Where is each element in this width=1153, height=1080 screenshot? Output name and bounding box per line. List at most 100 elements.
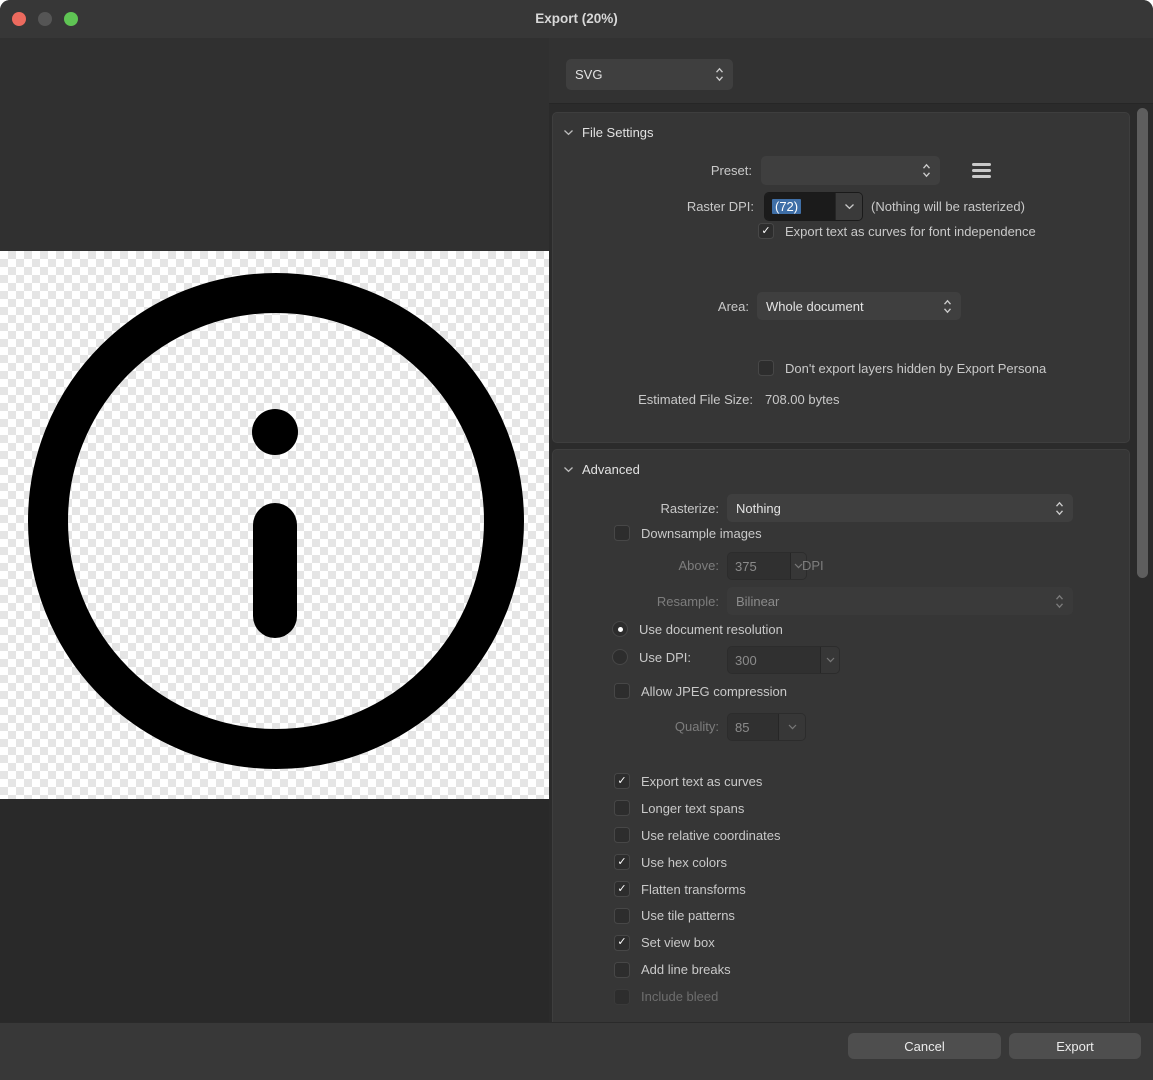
format-select[interactable]: SVG <box>566 59 733 90</box>
checkbox-label: Don't export layers hidden by Export Per… <box>785 361 1046 376</box>
chevron-down-icon <box>820 647 839 673</box>
above-dpi-combo: 375 <box>727 552 807 580</box>
chevron-down-icon <box>563 129 574 136</box>
chevron-down-icon <box>563 466 574 473</box>
checkbox[interactable] <box>614 800 630 816</box>
resample-select-value: Bilinear <box>736 594 1049 609</box>
option-label: Include bleed <box>641 989 718 1004</box>
downsample-images-row[interactable]: Downsample images <box>614 525 762 541</box>
dialog-footer: Cancel Export <box>0 1022 1153 1080</box>
checkbox[interactable] <box>614 525 630 541</box>
rasterize-select[interactable]: Nothing <box>727 494 1073 522</box>
advanced-option-row[interactable]: Use relative coordinates <box>614 822 780 849</box>
rasterize-select-value: Nothing <box>736 501 1049 516</box>
advanced-option-row[interactable]: Use tile patterns <box>614 902 780 929</box>
checkbox[interactable] <box>614 962 630 978</box>
file-settings-section: File Settings Preset: Raster DPI: (72) (… <box>552 112 1130 443</box>
area-select[interactable]: Whole document <box>757 292 961 320</box>
above-label: Above: <box>553 558 719 573</box>
advanced-option-row[interactable]: Export text as curves <box>614 768 780 795</box>
advanced-option-row: Include bleed <box>614 983 780 1010</box>
preset-label: Preset: <box>553 163 752 178</box>
export-dialog: Export (20%) SVG File <box>0 0 1153 1080</box>
window-title: Export (20%) <box>0 0 1153 38</box>
preset-menu-icon[interactable] <box>972 163 991 178</box>
advanced-option-row[interactable]: Longer text spans <box>614 795 780 822</box>
above-dpi-unit: DPI <box>802 558 824 573</box>
use-dpi-combo: 300 <box>727 646 840 674</box>
use-dpi-value: 300 <box>728 647 820 673</box>
radio-button[interactable] <box>612 621 628 637</box>
file-settings-header[interactable]: File Settings <box>563 125 654 140</box>
preview-background-bottom <box>0 799 549 1023</box>
section-title: Advanced <box>582 462 640 477</box>
advanced-header[interactable]: Advanced <box>563 462 640 477</box>
option-label: Use relative coordinates <box>641 828 780 843</box>
preview-canvas <box>0 251 549 799</box>
allow-jpeg-row[interactable]: Allow JPEG compression <box>614 683 787 699</box>
resample-label: Resample: <box>553 594 719 609</box>
export-button[interactable]: Export <box>1009 1033 1141 1059</box>
vertical-scrollbar[interactable] <box>1137 108 1148 578</box>
checkbox[interactable] <box>614 827 630 843</box>
raster-dpi-value[interactable]: (72) <box>772 199 801 214</box>
raster-dpi-note: (Nothing will be rasterized) <box>871 199 1025 214</box>
checkbox[interactable] <box>614 683 630 699</box>
format-strip: SVG <box>549 38 1153 104</box>
rasterize-label: Rasterize: <box>553 501 719 516</box>
estimated-size-value: 708.00 bytes <box>765 392 839 407</box>
advanced-option-row[interactable]: Flatten transforms <box>614 876 780 903</box>
checkbox[interactable] <box>614 773 630 789</box>
checkbox[interactable] <box>758 360 774 376</box>
quality-combo: 85 <box>727 713 806 741</box>
option-label: Flatten transforms <box>641 882 746 897</box>
checkbox[interactable] <box>614 908 630 924</box>
raster-dpi-label: Raster DPI: <box>553 199 754 214</box>
info-icon-artwork <box>0 251 549 799</box>
area-label: Area: <box>553 299 749 314</box>
advanced-section: Advanced Rasterize: Nothing Downsample i… <box>552 449 1130 1025</box>
raster-dpi-combo[interactable]: (72) <box>764 192 863 221</box>
quality-label: Quality: <box>553 719 719 734</box>
format-select-value: SVG <box>575 67 709 82</box>
dont-export-hidden-row[interactable]: Don't export layers hidden by Export Per… <box>758 360 1046 376</box>
radio-button[interactable] <box>612 649 628 665</box>
advanced-option-row[interactable]: Set view box <box>614 929 780 956</box>
use-dpi-row[interactable]: Use DPI: <box>612 649 691 665</box>
titlebar: Export (20%) <box>0 0 1153 39</box>
checkbox[interactable] <box>614 935 630 951</box>
export-settings-panel: SVG File Settings Preset: Rast <box>549 38 1153 1023</box>
option-label: Use hex colors <box>641 855 727 870</box>
updown-chevron-icon <box>715 67 724 82</box>
checkbox-label: Export text as curves for font independe… <box>785 224 1036 239</box>
preset-select[interactable] <box>761 156 940 185</box>
use-document-resolution-row[interactable]: Use document resolution <box>612 621 783 637</box>
estimated-size-label: Estimated File Size: <box>553 392 753 407</box>
updown-chevron-icon <box>1055 594 1064 609</box>
resample-select: Bilinear <box>727 587 1073 615</box>
checkbox[interactable] <box>614 881 630 897</box>
checkbox[interactable] <box>614 854 630 870</box>
chevron-down-icon[interactable] <box>835 193 862 220</box>
export-text-curves-font-row[interactable]: Export text as curves for font independe… <box>758 223 1036 239</box>
preview-background-top <box>0 38 549 251</box>
advanced-option-row[interactable]: Add line breaks <box>614 956 780 983</box>
checkbox <box>614 989 630 1005</box>
option-label: Use tile patterns <box>641 908 735 923</box>
section-title: File Settings <box>582 125 654 140</box>
advanced-option-row[interactable]: Use hex colors <box>614 849 780 876</box>
above-dpi-value: 375 <box>728 553 790 579</box>
radio-label: Use DPI: <box>639 650 691 665</box>
updown-chevron-icon <box>943 299 952 314</box>
option-label: Longer text spans <box>641 801 744 816</box>
updown-chevron-icon <box>1055 501 1064 516</box>
checkbox[interactable] <box>758 223 774 239</box>
updown-chevron-icon <box>922 163 931 178</box>
checkbox-label: Allow JPEG compression <box>641 684 787 699</box>
radio-label: Use document resolution <box>639 622 783 637</box>
option-label: Set view box <box>641 935 715 950</box>
area-select-value: Whole document <box>766 299 937 314</box>
export-preview <box>0 38 549 1023</box>
cancel-button[interactable]: Cancel <box>848 1033 1001 1059</box>
chevron-down-icon <box>778 714 805 740</box>
